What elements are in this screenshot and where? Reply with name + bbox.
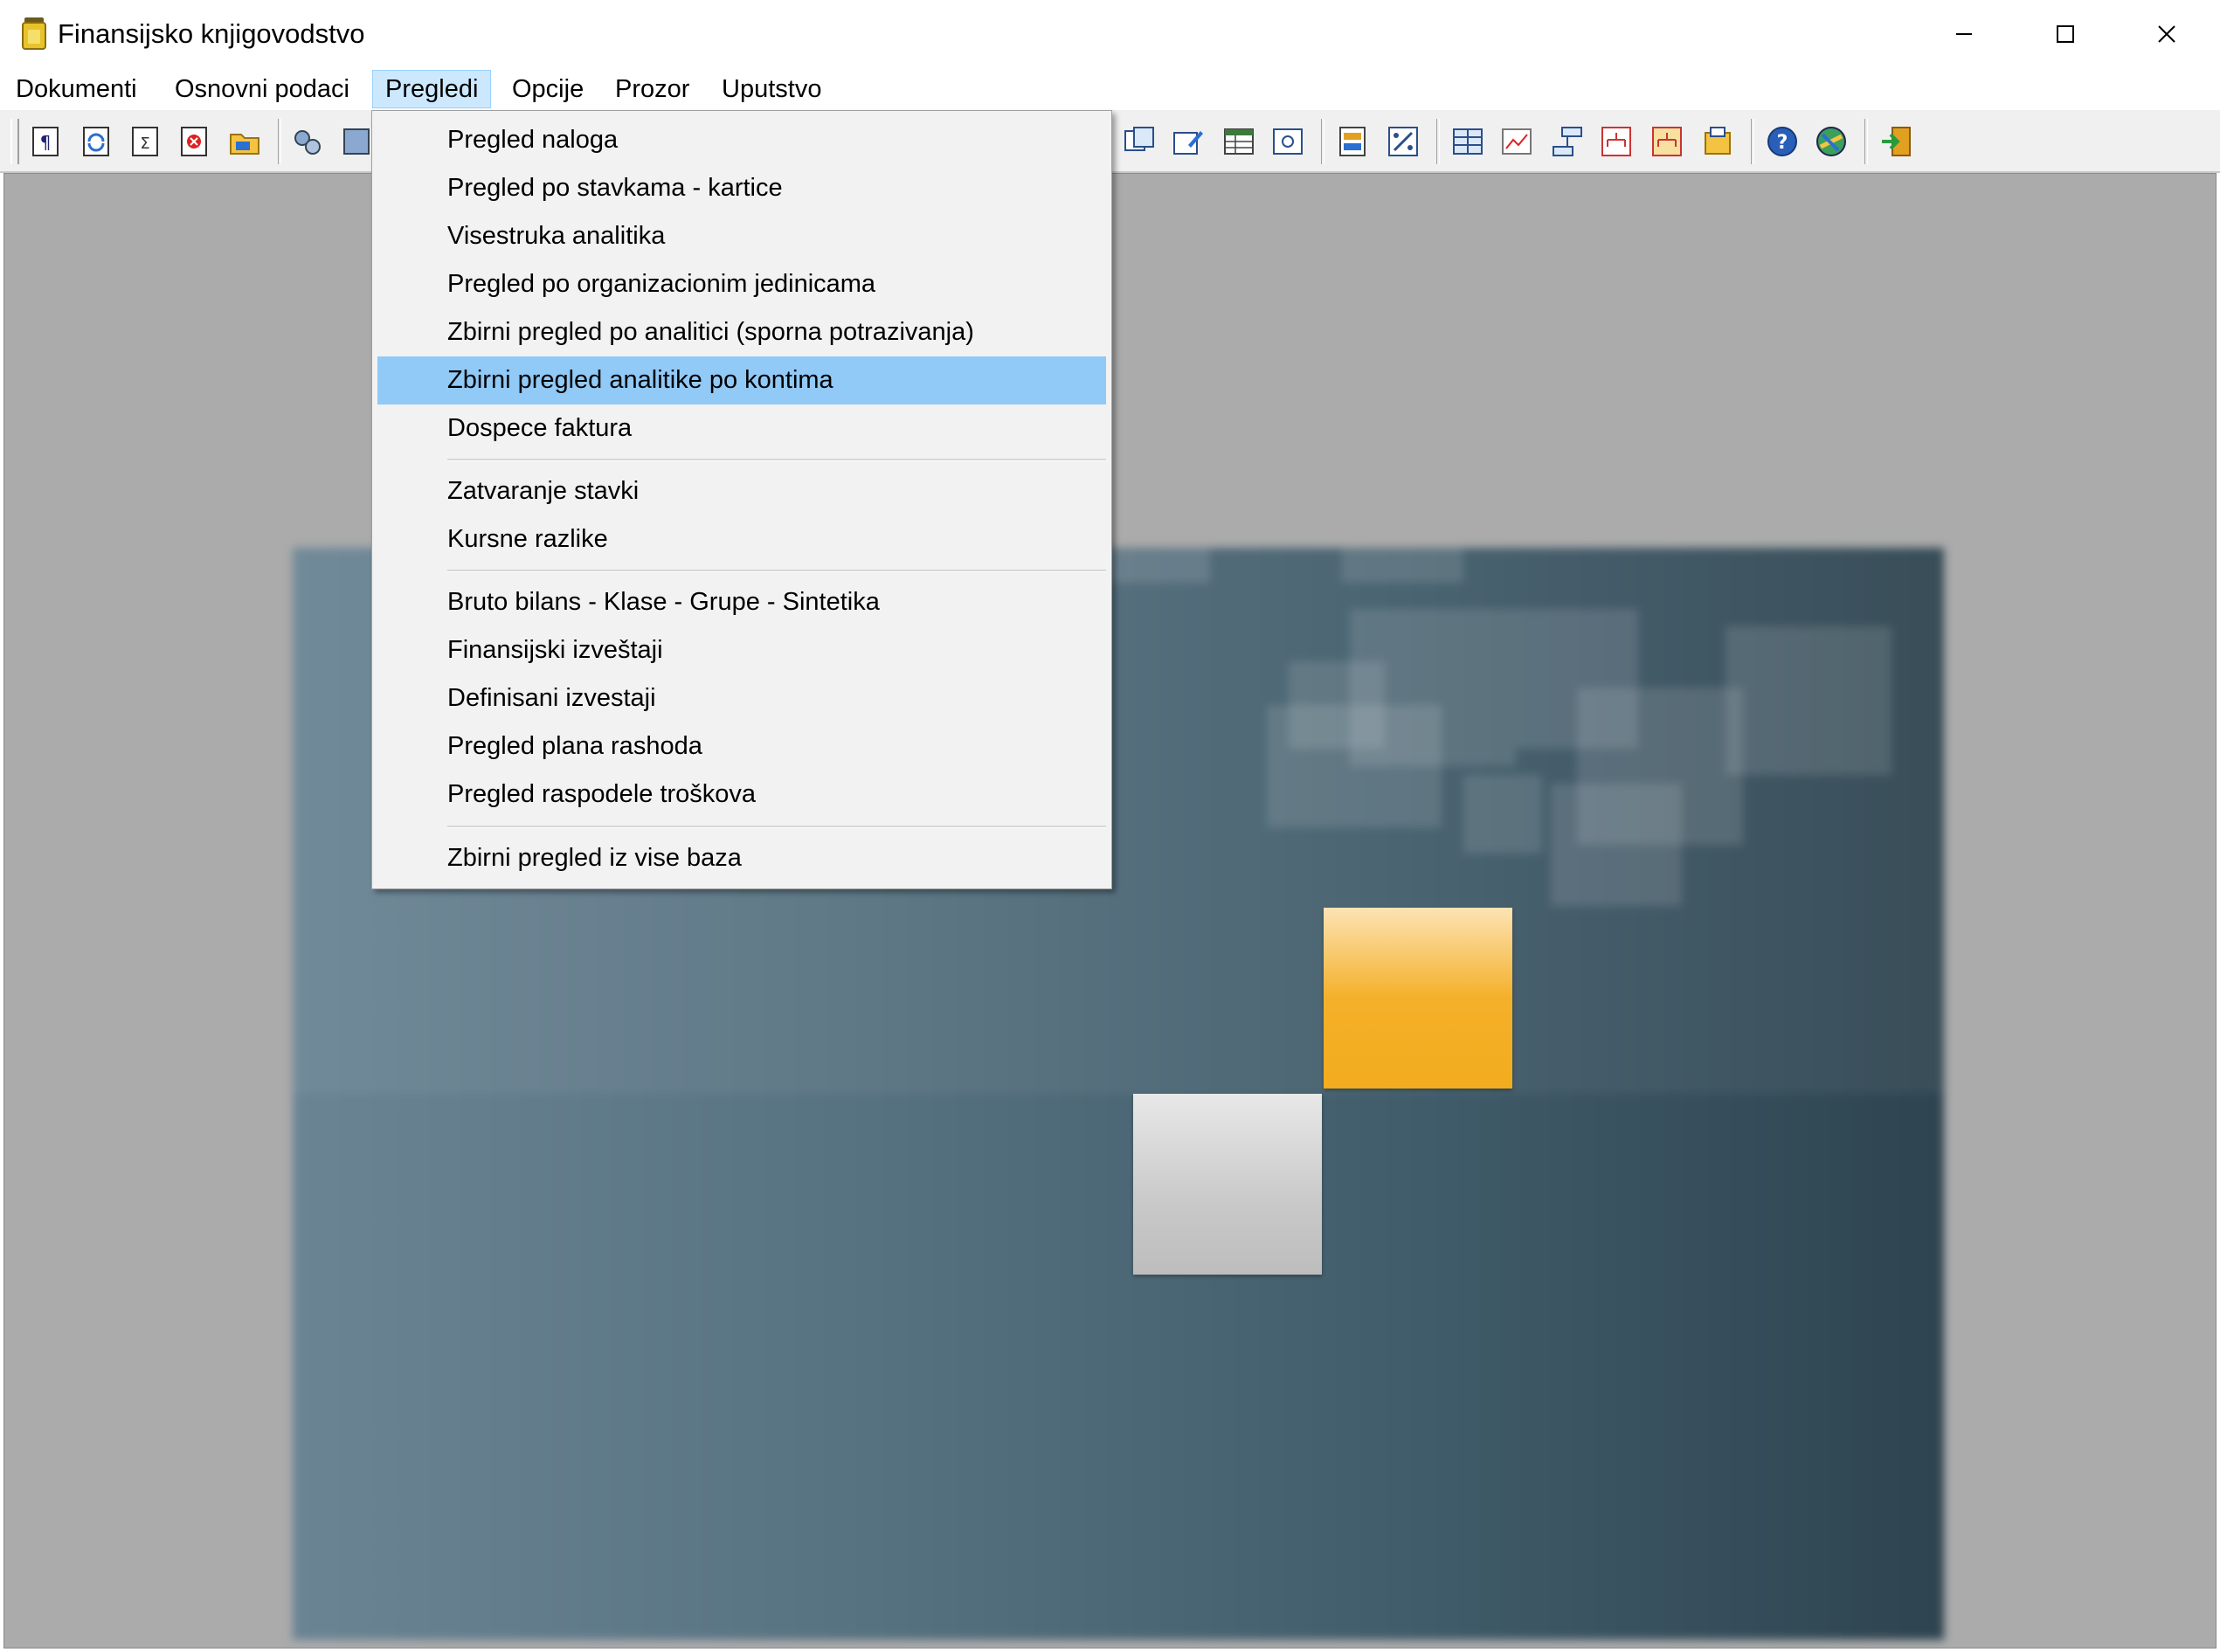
grid-icon[interactable] bbox=[1450, 124, 1485, 159]
copy-window-icon[interactable] bbox=[1122, 124, 1157, 159]
search-window-icon[interactable] bbox=[1270, 124, 1305, 159]
splash-orange-square bbox=[1324, 908, 1512, 1089]
journal-icon[interactable]: ¶ bbox=[28, 124, 63, 159]
menu-dokumenti[interactable]: Dokumenti bbox=[3, 70, 149, 108]
svg-text:Σ: Σ bbox=[140, 135, 149, 153]
svg-text:¶: ¶ bbox=[40, 132, 52, 153]
exit-icon[interactable] bbox=[1878, 124, 1913, 159]
menu-item-pregled-po-stavkama[interactable]: Pregled po stavkama - kartice bbox=[377, 164, 1106, 212]
delete-document-icon[interactable] bbox=[176, 124, 211, 159]
table-view-icon[interactable] bbox=[1221, 124, 1256, 159]
window-title: Finansijsko knjigovodstvo bbox=[58, 18, 365, 49]
menu-item-definisani-izvestaji[interactable]: Definisani izvestaji bbox=[377, 674, 1106, 722]
toolbar-separator bbox=[278, 119, 281, 164]
line-chart-icon[interactable] bbox=[1499, 124, 1534, 159]
minimize-button[interactable] bbox=[1913, 0, 2015, 68]
toolbar-separator bbox=[1321, 119, 1324, 164]
menu-separator bbox=[447, 459, 1106, 461]
menu-item-pregled-raspodele-troskova[interactable]: Pregled raspodele troškova bbox=[377, 771, 1106, 819]
open-folder-icon[interactable] bbox=[227, 124, 262, 159]
menu-item-dospece-faktura[interactable]: Dospece faktura bbox=[377, 404, 1106, 453]
help-icon[interactable]: ? bbox=[1765, 124, 1800, 159]
menu-opcije[interactable]: Opcije bbox=[500, 70, 596, 108]
menu-item-visestruka-analitika[interactable]: Visestruka analitika bbox=[377, 212, 1106, 260]
menu-bar: Dokumenti Osnovni podaci Pregledi Opcije… bbox=[0, 68, 2220, 111]
menu-uputstvo[interactable]: Uputstvo bbox=[709, 70, 833, 108]
org-chart-alt-icon[interactable] bbox=[1649, 124, 1684, 159]
toolbar-separator bbox=[1751, 119, 1754, 164]
svg-text:?: ? bbox=[1777, 132, 1788, 154]
sum-document-icon[interactable]: Σ bbox=[128, 124, 163, 159]
maximize-button[interactable] bbox=[2015, 0, 2116, 68]
web-icon[interactable] bbox=[1814, 124, 1849, 159]
title-bar: Finansijsko knjigovodstvo bbox=[0, 0, 2220, 68]
settings-gears-icon[interactable] bbox=[290, 124, 325, 159]
menu-osnovni-podaci[interactable]: Osnovni podaci bbox=[163, 70, 362, 108]
org-chart-icon[interactable] bbox=[1599, 124, 1634, 159]
edit-document-icon[interactable] bbox=[1171, 124, 1206, 159]
refresh-document-icon[interactable] bbox=[79, 124, 114, 159]
menu-item-pregled-po-org-jedinicama[interactable]: Pregled po organizacionim jedinicama bbox=[377, 260, 1106, 308]
menu-item-finansijski-izvestaji[interactable]: Finansijski izveštaji bbox=[377, 626, 1106, 674]
percent-icon[interactable] bbox=[1386, 124, 1421, 159]
hierarchy-icon[interactable] bbox=[1550, 124, 1585, 159]
menu-separator bbox=[447, 826, 1106, 828]
app-icon bbox=[22, 17, 46, 50]
menu-item-pregled-plana-rashoda[interactable]: Pregled plana rashoda bbox=[377, 722, 1106, 771]
splash-gray-square bbox=[1133, 1094, 1322, 1275]
menu-pregledi[interactable]: Pregledi bbox=[372, 70, 492, 108]
database-export-icon[interactable] bbox=[1700, 124, 1735, 159]
pregledi-dropdown-menu: Pregled naloga Pregled po stavkama - kar… bbox=[371, 110, 1112, 889]
menu-item-zbirni-pregled-analitike-po-kontima[interactable]: Zbirni pregled analitike po kontima bbox=[377, 356, 1106, 404]
close-button[interactable] bbox=[2116, 0, 2217, 68]
close-icon bbox=[2158, 25, 2175, 43]
menu-item-zbirni-pregled-po-analitici[interactable]: Zbirni pregled po analitici (sporna potr… bbox=[377, 308, 1106, 356]
menu-prozor[interactable]: Prozor bbox=[603, 70, 702, 108]
report-icon[interactable] bbox=[1335, 124, 1370, 159]
minimize-icon bbox=[1956, 33, 1972, 35]
menu-item-pregled-naloga[interactable]: Pregled naloga bbox=[377, 116, 1106, 164]
menu-separator bbox=[447, 570, 1106, 572]
toolbar-separator bbox=[1864, 119, 1868, 164]
menu-item-bruto-bilans[interactable]: Bruto bilans - Klase - Grupe - Sintetika bbox=[377, 578, 1106, 626]
toolbar-separator bbox=[1436, 119, 1440, 164]
menu-item-kursne-razlike[interactable]: Kursne razlike bbox=[377, 515, 1106, 563]
database-icon[interactable] bbox=[339, 124, 374, 159]
maximize-icon bbox=[2057, 25, 2074, 43]
menu-item-zbirni-pregled-iz-vise-baza[interactable]: Zbirni pregled iz vise baza bbox=[377, 834, 1106, 882]
menu-item-zatvaranje-stavki[interactable]: Zatvaranje stavki bbox=[377, 467, 1106, 515]
toolbar-grip[interactable] bbox=[10, 119, 19, 164]
